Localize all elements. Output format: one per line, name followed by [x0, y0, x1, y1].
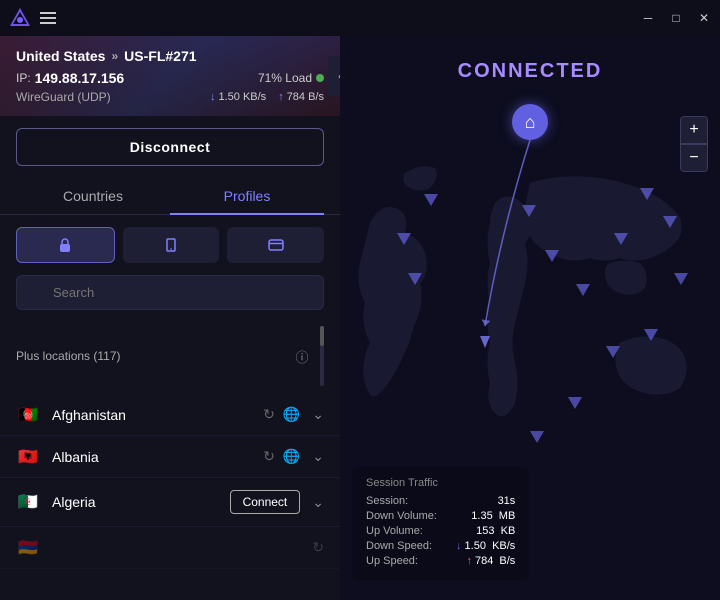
session-row-up-speed: Up Speed: ↑ 784 B/s: [366, 555, 515, 567]
country-actions-algeria: Connect ⌄: [230, 490, 324, 514]
down-speed-arrow-icon: ↓: [456, 540, 462, 552]
app-logo: [8, 6, 32, 30]
disconnect-section: Disconnect: [0, 116, 340, 178]
location-country: United States: [16, 48, 105, 64]
session-key-up-volume: Up Volume:: [366, 525, 423, 537]
zoom-out-button[interactable]: −: [680, 144, 708, 172]
map-container: CONNECTED ⌂: [340, 36, 720, 600]
tab-profiles[interactable]: Profiles: [170, 178, 324, 214]
list-item[interactable]: 🇦🇫 Afghanistan ↻ 🌐 ⌄: [0, 394, 340, 436]
session-key-down-speed: Down Speed:: [366, 540, 432, 552]
disconnect-button[interactable]: Disconnect: [16, 128, 324, 166]
connected-label: CONNECTED: [458, 60, 603, 83]
location-arrow-icon: »: [111, 49, 118, 63]
plus-header: Plus locations (117) ⓘ: [0, 322, 340, 394]
session-val-up-speed: ↑ 784 B/s: [466, 555, 515, 567]
plus-locations-label: Plus locations (117): [16, 349, 121, 363]
session-row-down-volume: Down Volume: 1.35 MB: [366, 510, 515, 522]
map-zoom-controls: + −: [680, 116, 708, 172]
refresh-icon-partial[interactable]: ↻: [312, 539, 324, 556]
flag-partial: 🇦🇲: [16, 540, 40, 556]
menu-icon[interactable]: [40, 8, 60, 28]
tabs-section: Countries Profiles: [0, 178, 340, 215]
country-list: 🇦🇫 Afghanistan ↻ 🌐 ⌄ 🇦🇱 Albania ↻ 🌐 ⌄: [0, 394, 340, 600]
filter-phone-button[interactable]: [123, 227, 220, 263]
search-input[interactable]: [16, 275, 324, 310]
globe-icon-albania[interactable]: 🌐: [283, 448, 300, 465]
plus-icons: ⓘ: [292, 326, 324, 386]
titlebar: ─ □ ✕: [0, 0, 720, 36]
session-traffic-panel: Session Traffic Session: 31s Down Volume…: [352, 467, 529, 580]
minimize-button[interactable]: ─: [640, 10, 656, 26]
scrollbar-track: [320, 326, 324, 386]
info-icon[interactable]: ⓘ: [292, 346, 312, 366]
expand-icon-afghanistan[interactable]: ⌄: [312, 406, 324, 423]
country-actions-albania: ↻ 🌐 ⌄: [263, 448, 324, 465]
search-wrapper: 🔍: [16, 275, 324, 310]
session-key-up-speed: Up Speed:: [366, 555, 418, 567]
flag-algeria: 🇩🇿: [16, 494, 40, 510]
country-actions-afghanistan: ↻ 🌐 ⌄: [263, 406, 324, 423]
close-button[interactable]: ✕: [696, 10, 712, 26]
filter-card-button[interactable]: [227, 227, 324, 263]
load-indicator: 71% Load: [258, 71, 324, 85]
refresh-icon-afghanistan[interactable]: ↻: [263, 406, 275, 423]
filter-lock-button[interactable]: [16, 227, 115, 263]
right-panel: CONNECTED ⌂: [340, 36, 720, 600]
list-item[interactable]: 🇩🇿 Algeria Connect ⌄: [0, 478, 340, 527]
country-name-albania: Albania: [52, 449, 263, 465]
home-pin: ⌂: [512, 104, 548, 140]
flag-albania: 🇦🇱: [16, 449, 40, 465]
down-speed: ↓ 1.50 KB/s: [210, 91, 266, 103]
country-name-algeria: Algeria: [52, 494, 230, 510]
scrollbar-thumb: [320, 326, 324, 346]
session-row-session: Session: 31s: [366, 495, 515, 507]
session-val-down-speed: ↓ 1.50 KB/s: [456, 540, 515, 552]
country-actions-partial: ↻: [312, 539, 324, 556]
globe-icon-afghanistan[interactable]: 🌐: [283, 406, 300, 423]
session-row-up-volume: Up Volume: 153 KB: [366, 525, 515, 537]
tab-countries[interactable]: Countries: [16, 178, 170, 214]
up-speed-arrow-icon: ↑: [466, 555, 472, 567]
ip-value: 149.88.17.156: [35, 70, 125, 86]
collapse-toggle-button[interactable]: ‹: [328, 56, 340, 96]
protocol-label: WireGuard (UDP): [16, 90, 111, 104]
main-layout: United States » US-FL#271 IP: 149.88.17.…: [0, 36, 720, 600]
speed-values: ↓ 1.50 KB/s ↑ 784 B/s: [210, 91, 324, 103]
list-item[interactable]: 🇦🇲 ↻: [0, 527, 340, 569]
flag-afghanistan: 🇦🇫: [16, 407, 40, 423]
up-speed: ↑ 784 B/s: [278, 91, 324, 103]
session-val-up-volume: 153 KB: [476, 525, 515, 537]
up-arrow-icon: ↑: [278, 91, 284, 103]
session-row-down-speed: Down Speed: ↓ 1.50 KB/s: [366, 540, 515, 552]
load-label: 71% Load: [258, 71, 312, 85]
window-controls: ─ □ ✕: [640, 10, 712, 26]
expand-icon-albania[interactable]: ⌄: [312, 448, 324, 465]
session-val-session: 31s: [498, 495, 516, 507]
load-dot: [316, 74, 324, 82]
home-icon: ⌂: [525, 112, 536, 133]
session-val-down-volume: 1.35 MB: [471, 510, 515, 522]
search-section: 🔍: [0, 275, 340, 322]
session-key-session: Session:: [366, 495, 408, 507]
zoom-in-button[interactable]: +: [680, 116, 708, 144]
country-name-afghanistan: Afghanistan: [52, 407, 263, 423]
down-arrow-icon: ↓: [210, 91, 216, 103]
list-item[interactable]: 🇦🇱 Albania ↻ 🌐 ⌄: [0, 436, 340, 478]
expand-icon-algeria[interactable]: ⌄: [312, 494, 324, 511]
ip-label: IP:: [16, 71, 31, 85]
location-title: United States » US-FL#271: [16, 48, 324, 64]
session-traffic-title: Session Traffic: [366, 477, 515, 489]
panel-header: United States » US-FL#271 IP: 149.88.17.…: [0, 36, 340, 116]
left-panel: United States » US-FL#271 IP: 149.88.17.…: [0, 36, 340, 600]
filter-section: [0, 215, 340, 275]
connect-button-algeria[interactable]: Connect: [230, 490, 301, 514]
refresh-icon-albania[interactable]: ↻: [263, 448, 275, 465]
maximize-button[interactable]: □: [668, 10, 684, 26]
session-key-down-volume: Down Volume:: [366, 510, 437, 522]
location-server: US-FL#271: [124, 48, 196, 64]
